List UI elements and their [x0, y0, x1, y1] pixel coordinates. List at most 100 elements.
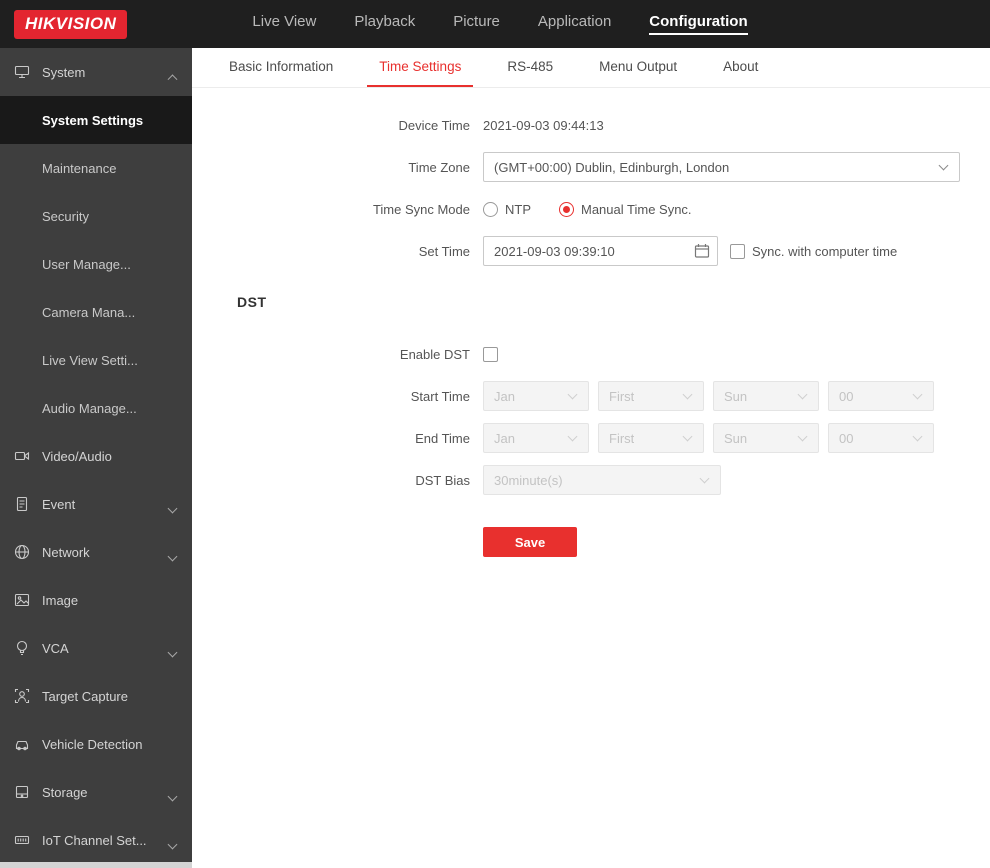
chevron-down-icon: [797, 389, 808, 400]
sidebar-item-image[interactable]: Image: [0, 576, 192, 624]
calendar-icon[interactable]: [694, 243, 710, 259]
manual-time-sync-radio[interactable]: [559, 201, 574, 217]
tab-menu-output[interactable]: Menu Output: [587, 48, 689, 87]
sidebar-item-user-manage[interactable]: User Manage...: [0, 240, 192, 288]
top-nav-playback[interactable]: Playback: [354, 13, 415, 35]
end-time-hour-value: 00: [839, 430, 854, 446]
sidebar-item-label: Image: [42, 592, 79, 608]
sidebar-item-event[interactable]: Event: [0, 480, 192, 528]
top-nav-application[interactable]: Application: [538, 13, 611, 35]
radio-option-manual-time-sync: Manual Time Sync.: [559, 201, 692, 217]
chevron-down-icon: [567, 431, 578, 442]
sidebar-item-live-view-setti[interactable]: Live View Setti...: [0, 336, 192, 384]
iot-channel-icon: [14, 832, 30, 848]
start-time-month-value: Jan: [494, 388, 515, 404]
sidebar-item-target-capture[interactable]: Target Capture: [0, 672, 192, 720]
sidebar-item-label: VCA: [42, 640, 69, 656]
set-time-label: Set Time: [418, 243, 470, 259]
sidebar-item-iot-channel-set[interactable]: IoT Channel Set...: [0, 816, 192, 864]
dst-bias-label: DST Bias: [415, 472, 470, 488]
device-time-value: 2021-09-03 09:44:13: [483, 117, 604, 133]
sidebar-item-label: User Manage...: [42, 256, 131, 272]
chevron-down-icon: [167, 548, 178, 563]
save-button[interactable]: Save: [483, 527, 577, 557]
sidebar-scroll-strip[interactable]: [0, 862, 192, 868]
sidebar-item-label: Vehicle Detection: [42, 736, 143, 752]
start-time-month-select: Jan: [483, 381, 589, 411]
end-time-selects: Jan First Sun 00: [483, 423, 934, 453]
dst-bias-row: DST Bias 30minute(s): [192, 465, 990, 495]
time-sync-mode-label: Time Sync Mode: [372, 201, 470, 217]
sidebar-item-label: Event: [42, 496, 76, 512]
sidebar-items: System System Settings Maintenance Security…: [0, 48, 192, 864]
chevron-down-icon: [167, 836, 178, 851]
set-time-row: Set Time Sync. with computer time: [192, 236, 990, 266]
ntp-radio-label: NTP: [505, 201, 531, 217]
sidebar-item-vca[interactable]: VCA: [0, 624, 192, 672]
end-time-week-value: First: [609, 430, 635, 446]
network-icon: [14, 544, 30, 560]
sidebar-item-network[interactable]: Network: [0, 528, 192, 576]
chevron-down-icon: [912, 431, 923, 442]
sidebar-item-camera-mana[interactable]: Camera Mana...: [0, 288, 192, 336]
system-icon: [14, 64, 30, 80]
sidebar-item-label: Maintenance: [42, 160, 117, 176]
top-nav-live-view[interactable]: Live View: [252, 13, 316, 35]
start-time-selects: Jan First Sun 00: [483, 381, 934, 411]
sidebar-item-video-audio[interactable]: Video/Audio: [0, 432, 192, 480]
end-time-label: End Time: [415, 430, 470, 446]
start-time-hour-select: 00: [828, 381, 934, 411]
sidebar: System System Settings Maintenance Security…: [0, 48, 192, 868]
time-zone-row: Time Zone (GMT+00:00) Dublin, Edinburgh,…: [192, 152, 990, 182]
manual-time-sync-radio-label: Manual Time Sync.: [581, 201, 692, 217]
chevron-down-icon: [682, 389, 693, 400]
start-time-week-value: First: [609, 388, 635, 404]
video-audio-icon: [14, 448, 30, 464]
vehicle-detection-icon: [14, 736, 30, 752]
image-icon: [14, 592, 30, 608]
sidebar-item-vehicle-detection[interactable]: Vehicle Detection: [0, 720, 192, 768]
ntp-radio[interactable]: [483, 201, 498, 217]
sidebar-item-maintenance[interactable]: Maintenance: [0, 144, 192, 192]
sidebar-item-label: Network: [42, 544, 90, 560]
sync-computer-time-checkbox[interactable]: [730, 243, 745, 259]
event-icon: [14, 496, 30, 512]
set-time-input[interactable]: [483, 236, 718, 266]
hikvision-logo: HIKVISION: [14, 9, 128, 39]
sidebar-item-audio-manage[interactable]: Audio Manage...: [0, 384, 192, 432]
tab-basic-information[interactable]: Basic Information: [217, 48, 345, 87]
time-zone-select[interactable]: (GMT+00:00) Dublin, Edinburgh, London: [483, 152, 960, 182]
tab-bar: Basic Information Time Settings RS-485 Menu…: [192, 48, 990, 88]
chevron-down-icon: [912, 389, 923, 400]
end-time-month-select: Jan: [483, 423, 589, 453]
sidebar-item-system-settings[interactable]: System Settings: [0, 96, 192, 144]
sidebar-item-storage[interactable]: Storage: [0, 768, 192, 816]
radio-option-ntp: NTP: [483, 201, 531, 217]
sidebar-item-label: Storage: [42, 784, 88, 800]
time-sync-mode-options: NTP Manual Time Sync.: [483, 201, 720, 217]
main-panel: Basic Information Time Settings RS-485 Menu…: [192, 48, 990, 868]
start-time-hour-value: 00: [839, 388, 854, 404]
tab-rs-485[interactable]: RS-485: [495, 48, 565, 87]
sidebar-item-label: Live View Setti...: [42, 352, 138, 368]
chevron-down-icon: [699, 473, 710, 484]
sidebar-item-label: System: [42, 64, 86, 80]
sidebar-item-label: IoT Channel Set...: [42, 832, 147, 848]
end-time-row: End Time Jan First Sun 00: [192, 423, 990, 453]
dst-section-title: DST: [237, 294, 267, 310]
top-nav-picture[interactable]: Picture: [453, 13, 500, 35]
target-capture-icon: [14, 688, 30, 704]
sidebar-item-label: Video/Audio: [42, 448, 112, 464]
top-nav-configuration[interactable]: Configuration: [649, 13, 748, 35]
chevron-up-icon: [167, 68, 178, 85]
start-time-day-select: Sun: [713, 381, 819, 411]
dst-bias-select: 30minute(s): [483, 465, 721, 495]
tab-about[interactable]: About: [711, 48, 770, 87]
time-zone-value: (GMT+00:00) Dublin, Edinburgh, London: [494, 159, 730, 175]
sidebar-item-security[interactable]: Security: [0, 192, 192, 240]
sidebar-item-label: Security: [42, 208, 89, 224]
chevron-down-icon: [167, 500, 178, 515]
tab-time-settings[interactable]: Time Settings: [367, 48, 474, 87]
sidebar-item-system[interactable]: System: [0, 48, 192, 96]
enable-dst-checkbox[interactable]: [483, 346, 498, 362]
